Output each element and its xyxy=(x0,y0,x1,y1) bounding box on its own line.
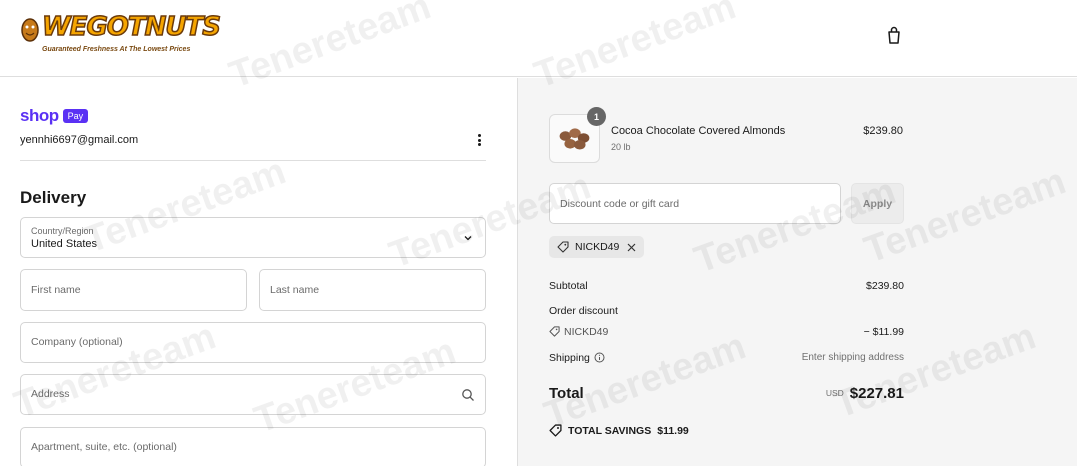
apartment-placeholder: Apartment, suite, etc. (optional) xyxy=(31,441,177,453)
product-variant: 20 lb xyxy=(611,142,631,152)
remove-discount-icon[interactable] xyxy=(627,243,636,252)
logo-tagline: Guaranteed Freshness At The Lowest Price… xyxy=(42,46,191,53)
apartment-field[interactable]: Apartment, suite, etc. (optional) xyxy=(20,427,486,466)
discount-code-row: NICKD49 − $11.99 xyxy=(549,326,904,338)
apply-button[interactable]: Apply xyxy=(851,183,904,224)
product-price: $239.80 xyxy=(863,125,903,137)
shipping-value: Enter shipping address xyxy=(801,352,904,363)
chevron-down-icon xyxy=(464,236,472,241)
shop-pay-badge: Pay xyxy=(62,109,89,123)
discount-placeholder: Discount code or gift card xyxy=(560,198,680,210)
delivery-heading: Delivery xyxy=(20,188,87,207)
tag-icon xyxy=(549,424,562,437)
subtotal-row: Subtotal $239.80 xyxy=(549,280,904,292)
country-label: Country/Region xyxy=(31,226,94,236)
store-logo[interactable]: WEGOTNUTS Guaranteed Freshness At The Lo… xyxy=(20,11,222,58)
logo-wordmark: WEGOTNUTS xyxy=(41,11,221,43)
applied-discount-chip: NICKD49 xyxy=(549,236,645,258)
subtotal-label: Subtotal xyxy=(549,280,588,292)
total-label: Total xyxy=(549,385,584,402)
shop-pay-wordmark: shop xyxy=(20,106,59,125)
address-placeholder: Address xyxy=(31,388,70,400)
discount-value: − $11.99 xyxy=(863,326,904,338)
savings-value: $11.99 xyxy=(657,424,689,437)
order-discount-label: Order discount xyxy=(549,305,618,317)
last-name-placeholder: Last name xyxy=(270,284,320,296)
tag-icon xyxy=(557,241,569,253)
account-email: yennhi6697@gmail.com xyxy=(20,134,139,146)
company-field[interactable]: Company (optional) xyxy=(20,322,486,363)
search-icon xyxy=(462,389,474,401)
order-summary-panel: 1 Cocoa Chocolate Covered Almonds 20 lb … xyxy=(517,78,1077,466)
savings-label: TOTAL SAVINGS xyxy=(568,424,652,437)
company-placeholder: Company (optional) xyxy=(31,336,123,348)
last-name-field[interactable]: Last name xyxy=(259,269,486,311)
info-icon[interactable] xyxy=(594,352,605,363)
shipping-row: Shipping Enter shipping address xyxy=(549,352,904,364)
account-menu-icon[interactable] xyxy=(472,132,486,148)
applied-code-text: NICKD49 xyxy=(575,241,620,253)
country-value: United States xyxy=(31,238,98,250)
tag-icon xyxy=(549,326,560,337)
quantity-badge: 1 xyxy=(587,107,606,126)
subtotal-value: $239.80 xyxy=(866,280,904,292)
country-select[interactable]: Country/Region United States xyxy=(20,217,486,258)
shop-pay-logo: shop Pay xyxy=(20,106,89,126)
discount-code-input[interactable]: Discount code or gift card xyxy=(549,183,841,224)
total-currency: USD xyxy=(825,388,844,398)
discount-code-text: NICKD49 xyxy=(564,326,609,338)
shipping-label: Shipping xyxy=(549,352,590,364)
site-header: WEGOTNUTS Guaranteed Freshness At The Lo… xyxy=(0,0,1077,77)
first-name-field[interactable]: First name xyxy=(20,269,247,311)
first-name-placeholder: First name xyxy=(31,284,81,296)
shopping-bag-icon[interactable] xyxy=(884,25,904,45)
nut-mascot-icon xyxy=(21,18,39,42)
checkout-form-panel: shop Pay yennhi6697@gmail.com Delivery C… xyxy=(0,78,517,466)
total-amount: $227.81 xyxy=(849,385,904,402)
order-discount-row: Order discount xyxy=(549,305,904,317)
address-field[interactable]: Address xyxy=(20,374,486,415)
product-name: Cocoa Chocolate Covered Almonds xyxy=(611,125,786,137)
total-savings: TOTAL SAVINGS $11.99 xyxy=(549,424,689,437)
divider xyxy=(20,160,486,161)
total-row: Total USD $227.81 xyxy=(549,385,904,402)
